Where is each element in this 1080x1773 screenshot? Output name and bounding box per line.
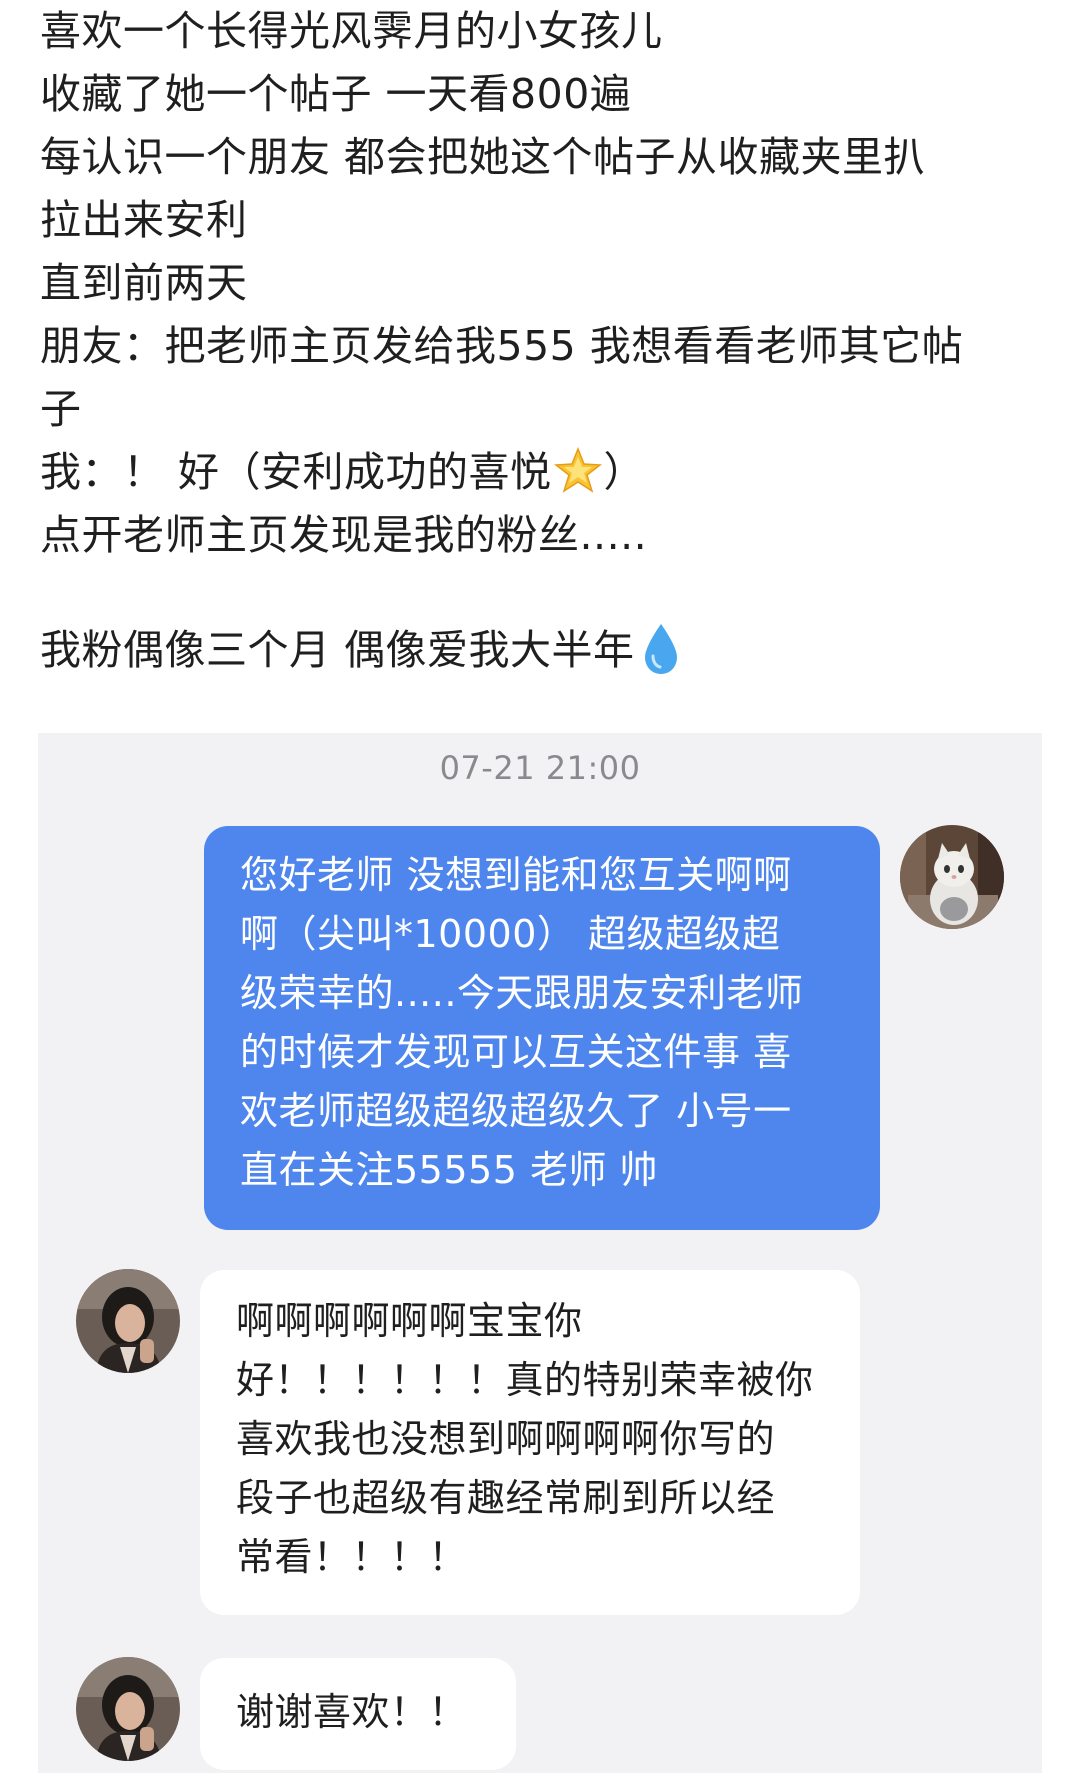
chat-screenshot: 07-21 21:00 您好老师 没想到能和您互关啊啊 啊（尖叫*10000） … (38, 733, 1042, 1773)
post-line: 收藏了她一个帖子 一天看800遍 (40, 70, 632, 118)
post-line: 子 (40, 385, 82, 433)
post-text: 我：！ 好（安利成功的喜悦 (40, 448, 552, 496)
incoming-message-bubble[interactable]: 谢谢喜欢！！ (200, 1658, 516, 1770)
droplet-icon (641, 622, 681, 676)
message-line: 啊啊啊啊啊啊宝宝你 (236, 1299, 583, 1343)
message-line: 好！！！！！！真的特别荣幸被你 (236, 1358, 814, 1402)
incoming-message-bubble[interactable]: 啊啊啊啊啊啊宝宝你 好！！！！！！真的特别荣幸被你 喜欢我也没想到啊啊啊啊你写的… (200, 1270, 860, 1615)
message-line: 欢老师超级超级超级久了 小号一 (240, 1089, 792, 1133)
outgoing-message-bubble[interactable]: 您好老师 没想到能和您互关啊啊 啊（尖叫*10000） 超级超级超 级荣幸的..… (204, 826, 880, 1230)
chat-timestamp: 07-21 21:00 (439, 749, 641, 787)
message-line: 您好老师 没想到能和您互关啊啊 (240, 853, 792, 897)
post-text: ） (603, 448, 646, 496)
message-line: 直在关注55555 老师 帅 (240, 1148, 659, 1192)
post-line: 每认识一个朋友 都会把她这个帖子从收藏夹里扒 (40, 133, 926, 181)
message-line: 常看！！！！ (236, 1535, 468, 1579)
contact-avatar[interactable] (76, 1657, 180, 1761)
message-line: 段子也超级有趣经常刷到所以经 (236, 1476, 776, 1520)
message-line: 啊（尖叫*10000） 超级超级超 (240, 912, 781, 956)
post-line: 喜欢一个长得光风霁月的小女孩儿 (40, 7, 663, 55)
message-line: 的时候才发现可以互关这件事 喜 (240, 1030, 792, 1074)
post-body: 喜欢一个长得光风霁月的小女孩儿 收藏了她一个帖子 一天看800遍 每认识一个朋友… (40, 0, 1050, 682)
post-line-with-drop: 我粉偶像三个月 偶像爱我大半年 (40, 619, 1050, 682)
post-line: 点开老师主页发现是我的粉丝..... (40, 511, 648, 559)
post-line: 朋友：把老师主页发给我555 我想看看老师其它帖 (40, 322, 964, 370)
my-avatar[interactable] (900, 825, 1004, 929)
post-spacer (40, 567, 1050, 619)
post-line-with-star: 我：！ 好（安利成功的喜悦 ） (40, 441, 1050, 504)
message-line: 级荣幸的.....今天跟朋友安利老师 (240, 971, 804, 1015)
post-text: 我粉偶像三个月 偶像爱我大半年 (40, 626, 635, 674)
message-line: 喜欢我也没想到啊啊啊啊你写的 (236, 1417, 776, 1461)
message-line: 谢谢喜欢！！ (236, 1690, 468, 1734)
glowing-star-icon (553, 446, 602, 494)
contact-avatar[interactable] (76, 1269, 180, 1373)
post-line: 拉出来安利 (40, 196, 248, 244)
post-line: 直到前两天 (40, 259, 248, 307)
